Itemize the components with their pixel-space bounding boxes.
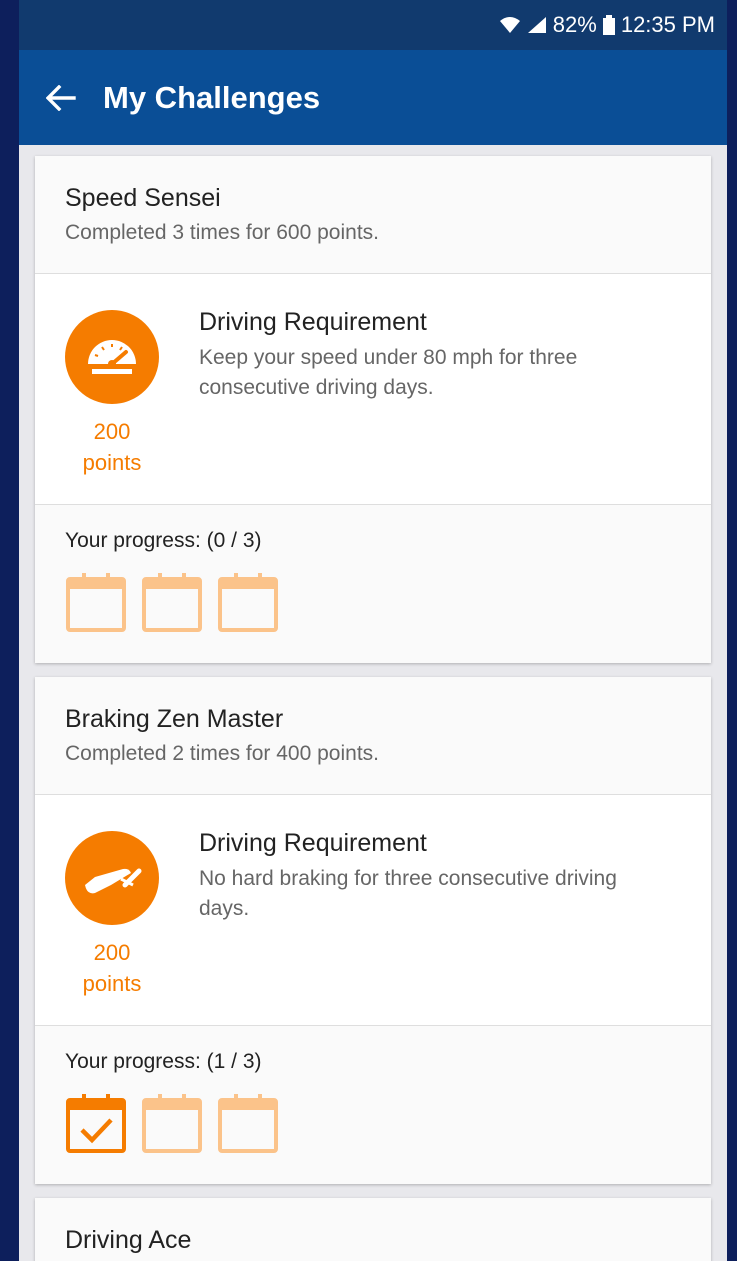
- points-badge: 200 points: [65, 310, 159, 478]
- progress-label: Your progress: (0 / 3): [65, 529, 262, 552]
- points-amount: 200 points: [83, 937, 142, 999]
- points-badge: 200 points: [65, 831, 159, 999]
- challenge-card[interactable]: Braking Zen Master Completed 2 times for…: [35, 677, 711, 1184]
- challenge-name: Braking Zen Master: [65, 705, 284, 733]
- challenge-header: Speed Sensei Completed 3 times for 600 p…: [35, 156, 711, 274]
- points-amount: 200 points: [83, 416, 142, 478]
- status-bar: 82% 12:35 PM: [19, 0, 727, 50]
- requirement-description: Keep your speed under 80 mph for three c…: [199, 346, 578, 399]
- challenge-name: Driving Ace: [65, 1226, 192, 1254]
- challenge-name: Speed Sensei: [65, 184, 221, 212]
- phone-screen: 82% 12:35 PM My Challenges Speed Sensei …: [19, 0, 727, 1261]
- challenge-list: Speed Sensei Completed 3 times for 600 p…: [19, 145, 727, 1261]
- requirement-description: No hard braking for three consecutive dr…: [199, 867, 617, 920]
- calendar-empty-icon: [66, 573, 126, 632]
- requirement-title: Driving Requirement: [199, 829, 427, 857]
- progress-section: Your progress: (0 / 3): [35, 505, 711, 663]
- points-value: 200: [93, 419, 131, 444]
- wifi-icon: [499, 16, 521, 34]
- battery-icon: [602, 15, 615, 35]
- challenge-card[interactable]: Driving Ace: [35, 1198, 711, 1261]
- progress-section: Your progress: (1 / 3): [35, 1026, 711, 1184]
- clock: 12:35 PM: [620, 12, 715, 37]
- app-bar: My Challenges: [19, 50, 727, 145]
- signal-icon: [527, 16, 547, 34]
- calendar-empty-icon: [142, 1094, 202, 1153]
- progress-days: [65, 1092, 681, 1154]
- speedometer-icon: [65, 310, 159, 404]
- calendar-empty-icon: [218, 1094, 278, 1153]
- challenge-header: Driving Ace: [35, 1198, 711, 1261]
- driving-requirement: 200 points Driving Requirement No hard b…: [35, 795, 711, 1026]
- requirement-text: Driving Requirement Keep your speed unde…: [199, 308, 629, 478]
- challenge-header: Braking Zen Master Completed 2 times for…: [35, 677, 711, 795]
- battery-level: 82%: [552, 12, 597, 37]
- driving-requirement: 200 points Driving Requirement Keep your…: [35, 274, 711, 505]
- points-unit: points: [82, 450, 142, 475]
- progress-label: Your progress: (1 / 3): [65, 1050, 262, 1073]
- requirement-text: Driving Requirement No hard braking for …: [199, 829, 629, 999]
- challenge-card[interactable]: Speed Sensei Completed 3 times for 600 p…: [35, 156, 711, 663]
- progress-days: [65, 571, 681, 633]
- brake-pedal-icon: [65, 831, 159, 925]
- page-title: My Challenges: [103, 79, 321, 115]
- challenge-completed: Completed 3 times for 600 points.: [65, 221, 379, 244]
- requirement-title: Driving Requirement: [199, 308, 427, 336]
- points-value: 200: [93, 940, 131, 965]
- back-arrow-icon[interactable]: [19, 50, 103, 145]
- points-unit: points: [82, 971, 142, 996]
- calendar-check-icon: [66, 1094, 126, 1153]
- challenge-completed: Completed 2 times for 400 points.: [65, 742, 379, 765]
- calendar-empty-icon: [218, 573, 278, 632]
- calendar-empty-icon: [142, 573, 202, 632]
